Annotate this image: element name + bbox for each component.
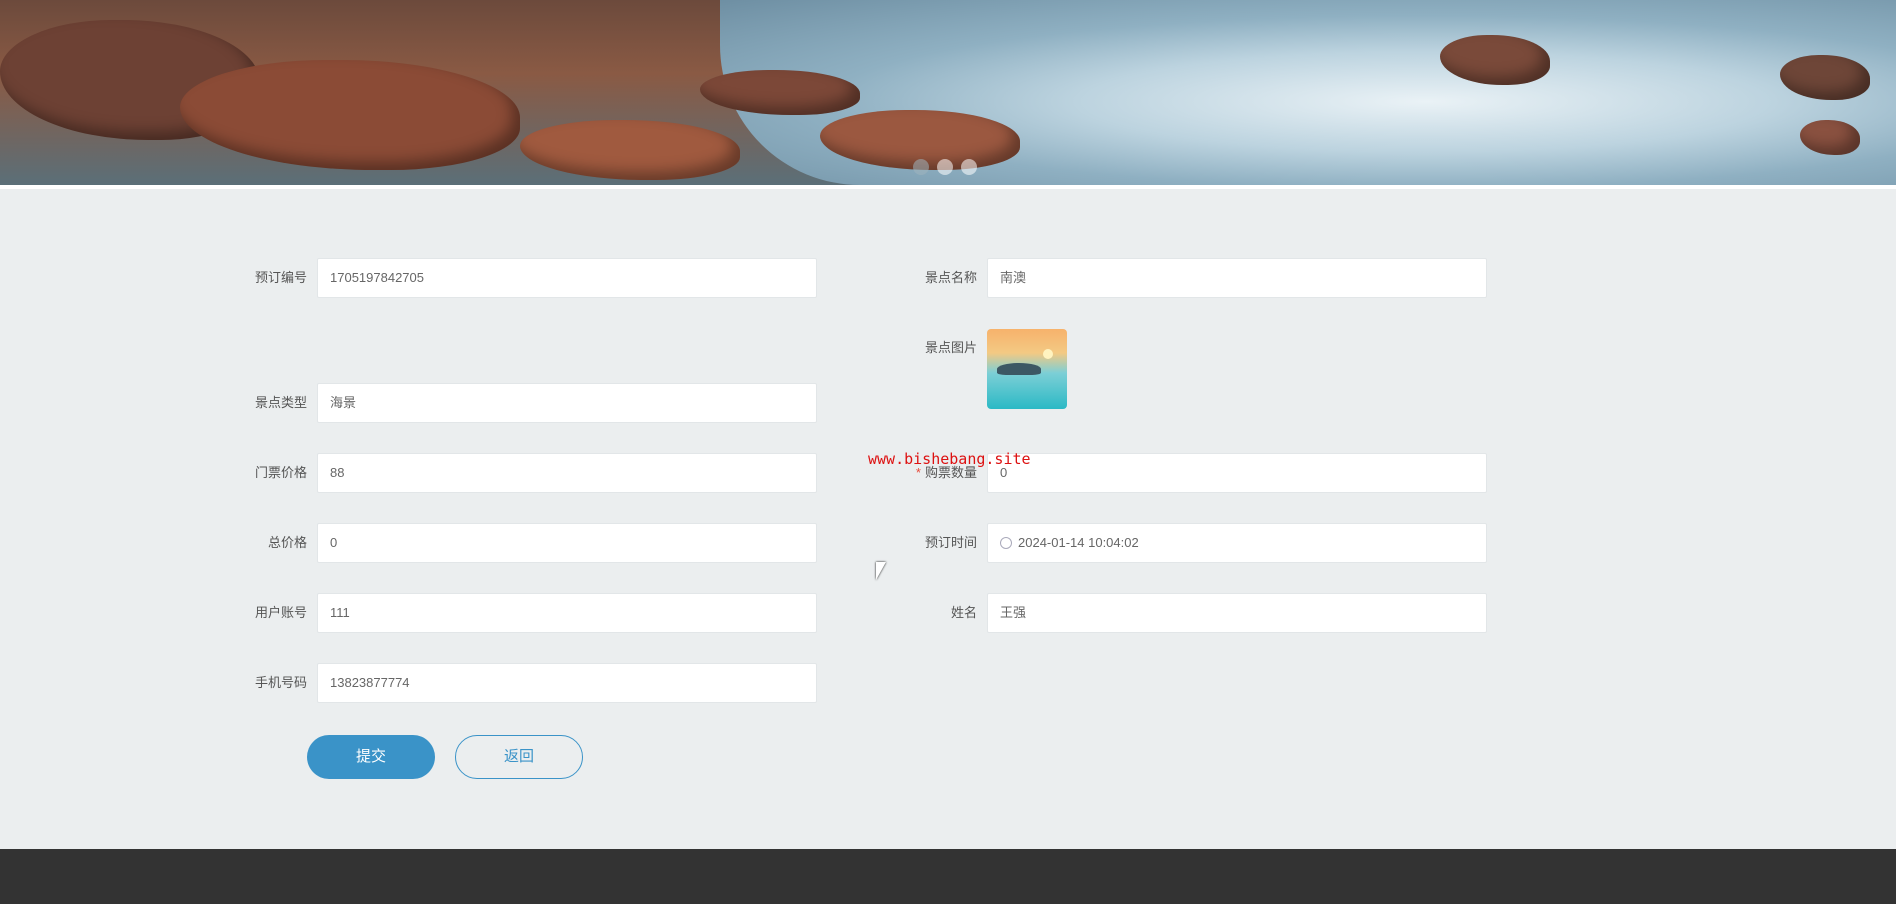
clock-icon [1000, 536, 1012, 549]
spot-image-label: 景点图片 [924, 340, 977, 355]
order-time-label: 预订时间 [924, 535, 977, 550]
spot-type-input[interactable]: 海景 [317, 383, 817, 423]
order-no-label: 预订编号 [254, 270, 307, 285]
order-no-input[interactable]: 1705197842705 [317, 258, 817, 298]
back-button[interactable]: 返回 [455, 735, 583, 779]
banner-rock [700, 70, 860, 115]
page-footer [0, 849, 1896, 904]
phone-input[interactable]: 13823877774 [317, 663, 817, 703]
spot-type-label: 景点类型 [254, 395, 307, 410]
order-time-picker[interactable]: 2024-01-14 10:04:02 [987, 523, 1487, 563]
banner-rock [180, 60, 520, 170]
island-icon [997, 363, 1041, 375]
banner-rock [520, 120, 740, 180]
ticket-price-input[interactable]: 88 [317, 453, 817, 493]
carousel-dot[interactable] [913, 159, 929, 175]
mouse-cursor-icon [876, 562, 886, 580]
ticket-price-label: 门票价格 [254, 465, 307, 480]
total-price-label: 总价格 [267, 535, 307, 550]
spot-name-label: 景点名称 [924, 270, 977, 285]
phone-label: 手机号码 [254, 675, 307, 690]
ticket-qty-input[interactable]: 0 [987, 453, 1487, 493]
name-label: 姓名 [950, 605, 977, 620]
submit-button[interactable]: 提交 [307, 735, 435, 779]
spot-image-thumbnail[interactable] [987, 329, 1067, 409]
user-account-input[interactable]: 111 [317, 593, 817, 633]
carousel-dot[interactable] [937, 159, 953, 175]
user-account-label: 用户账号 [254, 605, 307, 620]
total-price-input[interactable]: 0 [317, 523, 817, 563]
name-input[interactable]: 王强 [987, 593, 1487, 633]
booking-form: 预订编号 1705197842705 景点名称 南澳 景点图片 景点类型 海景 … [0, 189, 1896, 849]
sun-icon [1043, 349, 1053, 359]
carousel-dots [913, 159, 977, 175]
hero-banner [0, 0, 1896, 185]
carousel-dot[interactable] [961, 159, 977, 175]
spot-name-input[interactable]: 南澳 [987, 258, 1487, 298]
watermark-text: www.bishebang.site [868, 450, 1031, 468]
order-time-value: 2024-01-14 10:04:02 [1018, 535, 1139, 550]
